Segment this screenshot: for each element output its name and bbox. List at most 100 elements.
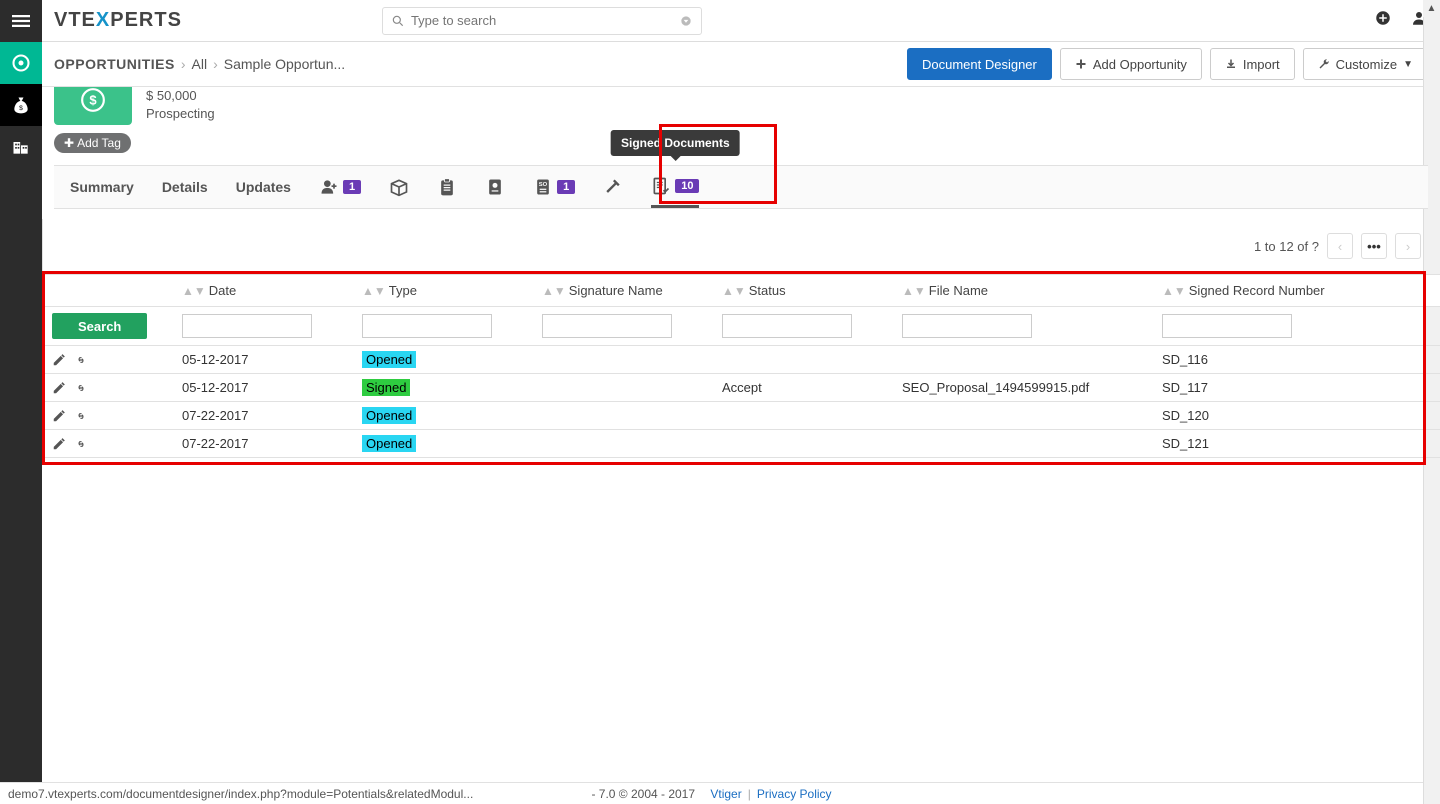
tab-quotes[interactable]: [485, 166, 505, 208]
import-label: Import: [1243, 57, 1280, 72]
table-wrap: ▲▼Date ▲▼Type ▲▼Signature Name ▲▼Status …: [42, 274, 1440, 458]
add-tag-button[interactable]: ✚ Add Tag: [54, 133, 131, 153]
breadcrumb-sep: ›: [181, 56, 186, 72]
edit-icon[interactable]: [52, 381, 66, 395]
link-icon[interactable]: [74, 381, 88, 395]
footer-vtiger-link[interactable]: Vtiger: [710, 787, 741, 801]
footer-version: - 7.0 © 2004 - 2017: [591, 787, 695, 801]
cell-record: SD_116: [1152, 346, 1440, 374]
cell-file: SEO_Proposal_1494599915.pdf: [892, 374, 1152, 402]
tab-documents[interactable]: [437, 166, 457, 208]
edit-icon[interactable]: [52, 409, 66, 423]
svg-text:$: $: [89, 92, 97, 107]
left-nav: $: [0, 0, 42, 804]
table-search-button[interactable]: Search: [52, 313, 147, 339]
link-icon[interactable]: [74, 353, 88, 367]
breadcrumb-record: Sample Opportun...: [224, 56, 345, 72]
logo-text-x: X: [96, 9, 110, 31]
plus-icon: ✚: [64, 136, 74, 150]
pager-next[interactable]: ›: [1395, 233, 1421, 259]
status-bar-url: demo7.vtexperts.com/documentdesigner/ind…: [8, 787, 473, 801]
table-row[interactable]: 07-22-2017 Opened SD_120: [42, 402, 1440, 430]
table-row[interactable]: 05-12-2017 Signed Accept SEO_Proposal_14…: [42, 374, 1440, 402]
pager-more[interactable]: •••: [1361, 233, 1387, 259]
nav-money-bag-icon[interactable]: $: [0, 84, 42, 126]
filter-signature[interactable]: [542, 314, 672, 338]
cell-record: SD_120: [1152, 402, 1440, 430]
quick-create-icon[interactable]: [1374, 9, 1392, 32]
person-icon: [319, 177, 339, 197]
clipboard-icon: [437, 177, 457, 197]
table-row[interactable]: 07-22-2017 Opened SD_121: [42, 430, 1440, 458]
col-signature-name[interactable]: ▲▼Signature Name: [532, 275, 712, 307]
breadcrumb-all[interactable]: All: [192, 56, 208, 72]
opportunity-amount: $ 50,000: [146, 87, 215, 105]
col-status[interactable]: ▲▼Status: [712, 275, 892, 307]
cell-type: Opened: [362, 407, 416, 424]
cell-file: [892, 346, 1152, 374]
customize-button[interactable]: Customize ▼: [1303, 48, 1428, 80]
scroll-up-arrow[interactable]: ▲: [1423, 0, 1440, 17]
link-icon[interactable]: [74, 437, 88, 451]
breadcrumb: OPPORTUNITIES › All › Sample Opportun...: [54, 56, 345, 72]
tab-signed-documents[interactable]: Signed Documents 10: [651, 166, 699, 208]
add-opportunity-label: Add Opportunity: [1093, 57, 1187, 72]
filter-type[interactable]: [362, 314, 492, 338]
col-file-name[interactable]: ▲▼File Name: [892, 275, 1152, 307]
cell-signature: [532, 374, 712, 402]
tab-contacts[interactable]: 1: [319, 166, 361, 208]
svg-text:$: $: [19, 105, 23, 112]
col-date[interactable]: ▲▼Date: [172, 275, 352, 307]
global-search[interactable]: [382, 7, 702, 35]
cell-status: [712, 402, 892, 430]
customize-label: Customize: [1336, 57, 1397, 72]
logo-text-pre: VTE: [54, 9, 96, 31]
table-row[interactable]: 05-12-2017 Opened SD_116: [42, 346, 1440, 374]
nav-target-icon[interactable]: [0, 42, 42, 84]
filter-record[interactable]: [1162, 314, 1292, 338]
filter-date[interactable]: [182, 314, 312, 338]
sort-icon: ▲▼: [362, 289, 386, 294]
link-icon[interactable]: [74, 409, 88, 423]
col-record-number[interactable]: ▲▼Signed Record Number: [1152, 275, 1440, 307]
tab-services[interactable]: [603, 166, 623, 208]
filter-file[interactable]: [902, 314, 1032, 338]
footer-privacy-link[interactable]: Privacy Policy: [757, 787, 832, 801]
edit-icon[interactable]: [52, 353, 66, 367]
breadcrumb-sep: ›: [213, 56, 218, 72]
tab-products[interactable]: [389, 166, 409, 208]
tab-updates[interactable]: Updates: [236, 166, 291, 208]
sort-icon: ▲▼: [182, 289, 206, 294]
cell-date: 05-12-2017: [172, 374, 352, 402]
sort-icon: ▲▼: [1162, 289, 1186, 294]
cell-record: SD_121: [1152, 430, 1440, 458]
filter-status[interactable]: [722, 314, 852, 338]
cell-status: [712, 430, 892, 458]
tab-sales-orders[interactable]: SO 1: [533, 166, 575, 208]
cell-file: [892, 402, 1152, 430]
col-type[interactable]: ▲▼Type: [352, 275, 532, 307]
sort-icon: ▲▼: [542, 289, 566, 294]
wrench-icon: [1318, 58, 1330, 70]
breadcrumb-module[interactable]: OPPORTUNITIES: [54, 56, 175, 72]
contacts-badge: 1: [343, 180, 361, 194]
plus-icon: [1075, 58, 1087, 70]
top-bar: VTEXPERTS: [42, 0, 1440, 42]
cell-type: Opened: [362, 435, 416, 452]
logo: VTEXPERTS: [54, 9, 182, 32]
import-button[interactable]: Import: [1210, 48, 1295, 80]
pager-prev[interactable]: ‹: [1327, 233, 1353, 259]
tab-summary[interactable]: Summary: [70, 166, 134, 208]
cell-type: Opened: [362, 351, 416, 368]
search-dropdown-icon[interactable]: [679, 14, 693, 28]
hamburger-menu[interactable]: [0, 0, 42, 42]
search-icon: [391, 14, 405, 28]
search-input[interactable]: [411, 13, 679, 28]
add-opportunity-button[interactable]: Add Opportunity: [1060, 48, 1202, 80]
tab-details[interactable]: Details: [162, 166, 208, 208]
nav-buildings-icon[interactable]: [0, 126, 42, 168]
document-designer-button[interactable]: Document Designer: [907, 48, 1052, 80]
cell-date: 07-22-2017: [172, 402, 352, 430]
sort-icon: ▲▼: [722, 289, 746, 294]
edit-icon[interactable]: [52, 437, 66, 451]
